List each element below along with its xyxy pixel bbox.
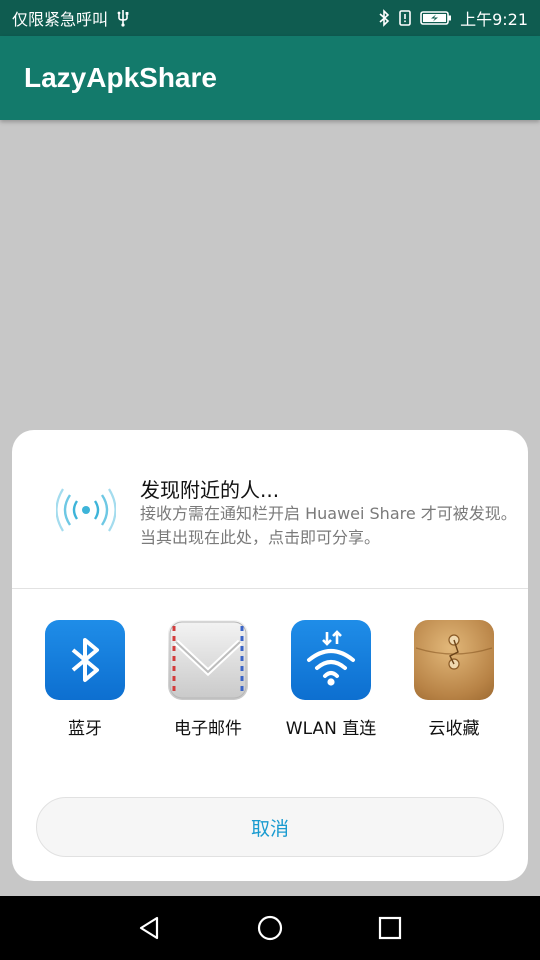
share-target-email[interactable]: 电子邮件 bbox=[148, 620, 268, 739]
bluetooth-icon bbox=[45, 620, 125, 700]
screen: 仅限紧急呼叫 上午9:21 LazyApkShare 发现附近的人... 接收方… bbox=[0, 0, 540, 960]
share-target-bluetooth[interactable]: 蓝牙 bbox=[25, 620, 145, 739]
battery-charging-icon bbox=[420, 10, 452, 26]
recents-icon[interactable] bbox=[374, 912, 406, 944]
share-target-wifi-direct[interactable]: WLAN 直连 bbox=[271, 620, 391, 739]
share-target-cloud-favorites[interactable]: 云收藏 bbox=[394, 620, 514, 739]
status-bar: 仅限紧急呼叫 上午9:21 bbox=[0, 0, 540, 36]
nav-bar bbox=[0, 896, 540, 960]
share-sheet: 发现附近的人... 接收方需在通知栏开启 Huawei Share 才可被发现。… bbox=[12, 430, 528, 881]
target-label-bluetooth: 蓝牙 bbox=[68, 719, 102, 739]
cloud-favorites-icon bbox=[414, 620, 494, 700]
status-left: 仅限紧急呼叫 bbox=[12, 6, 130, 30]
nearby-title: 发现附近的人... bbox=[140, 478, 280, 502]
app-bar: LazyApkShare bbox=[0, 36, 540, 120]
nearby-description: 接收方需在通知栏开启 Huawei Share 才可被发现。当其出现在此处，点击… bbox=[140, 504, 517, 547]
nearby-wireless-icon bbox=[55, 482, 117, 538]
target-label-email: 电子邮件 bbox=[174, 719, 242, 739]
nearby-section[interactable]: 发现附近的人... 接收方需在通知栏开启 Huawei Share 才可被发现。… bbox=[12, 430, 528, 588]
vibrate-icon bbox=[398, 9, 412, 27]
target-label-wifi-direct: WLAN 直连 bbox=[285, 719, 377, 739]
usb-icon bbox=[116, 9, 130, 27]
divider bbox=[12, 588, 528, 589]
back-icon[interactable] bbox=[134, 912, 166, 944]
clock: 上午9:21 bbox=[460, 10, 528, 29]
carrier-text: 仅限紧急呼叫 bbox=[12, 10, 109, 29]
cancel-button[interactable]: 取消 bbox=[36, 797, 504, 857]
email-icon bbox=[168, 620, 248, 700]
app-title: LazyApkShare bbox=[24, 62, 217, 93]
bluetooth-icon bbox=[378, 9, 390, 27]
wifi-direct-icon bbox=[291, 620, 371, 700]
target-label-cloud-favorites: 云收藏 bbox=[428, 719, 480, 739]
status-right: 上午9:21 bbox=[378, 6, 528, 30]
share-targets: 蓝牙 电子邮件 WLAN 直连 云收藏 bbox=[12, 620, 528, 740]
home-icon[interactable] bbox=[254, 912, 286, 944]
